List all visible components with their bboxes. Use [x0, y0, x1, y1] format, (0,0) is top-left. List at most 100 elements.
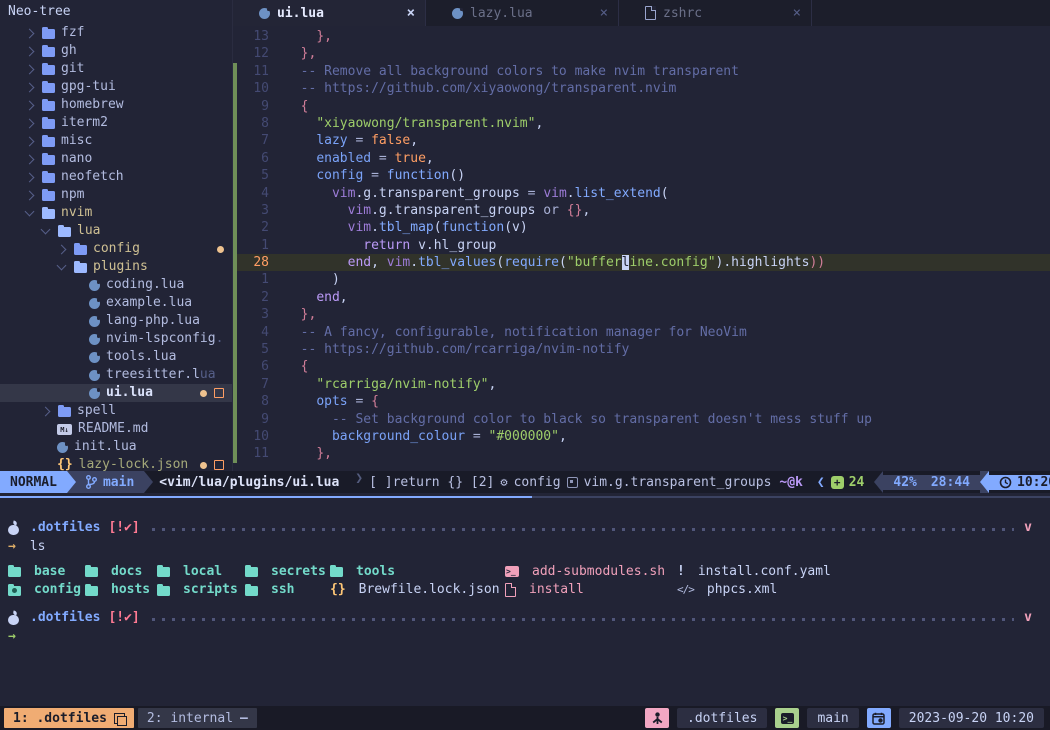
code-line[interactable]: 10 -- https://github.com/xiyaowong/trans… — [233, 80, 1050, 97]
tree-item-init-lua[interactable]: init.lua — [0, 438, 232, 456]
tree-item-plugins[interactable]: plugins — [0, 258, 232, 276]
code-line[interactable]: 10 background_colour = "#000000", — [233, 428, 1050, 445]
chevron-down-icon — [57, 261, 67, 271]
tab-lazy-lua[interactable]: lazy.lua× — [426, 0, 619, 26]
code-line[interactable]: 12 }, — [233, 45, 1050, 62]
code-line[interactable]: 2 vim.tbl_map(function(v) — [233, 219, 1050, 236]
code-line[interactable]: 7 "rcarriga/nvim-notify", — [233, 376, 1050, 393]
git-change-bar — [233, 341, 237, 358]
code-line[interactable]: 11 -- Remove all background colors to ma… — [233, 63, 1050, 80]
tree-item-ui-lua[interactable]: ui.lua — [0, 384, 232, 402]
tmux-pane-divider[interactable] — [0, 496, 1050, 498]
code-line[interactable]: 1 ) — [233, 271, 1050, 288]
tree-item-fzf[interactable]: fzf — [0, 24, 232, 42]
tree-item-nano[interactable]: nano — [0, 150, 232, 168]
code-line[interactable]: 8 "xiyaowong/transparent.nvim", — [233, 115, 1050, 132]
tree-item-example-lua[interactable]: example.lua — [0, 294, 232, 312]
shell-pane[interactable]: .dotfiles [!✔] v → ls basedocslocalsecre… — [0, 500, 1050, 704]
code-line[interactable]: 6 { — [233, 358, 1050, 375]
line-number: 2 — [239, 219, 269, 236]
prompt-git-status: [!✔] — [108, 610, 139, 625]
tree-item-treesitter-l[interactable]: treesitter.lua — [0, 366, 232, 384]
chevron-right-icon — [25, 28, 35, 38]
git-change-bar — [233, 45, 237, 62]
tab-ui-lua[interactable]: ui.lua× — [233, 0, 426, 26]
tab-close-icon[interactable]: × — [600, 5, 608, 21]
git-added-icon: + — [831, 476, 844, 489]
statusline-right: ~@k ❮ + 24 42% 28:44 10:20 — [771, 471, 1050, 493]
line-number: 12 — [239, 45, 269, 62]
code-line[interactable]: 28 end, vim.tbl_values(require("bufferli… — [233, 254, 1050, 271]
file-icon — [505, 583, 516, 597]
folder-icon — [42, 65, 55, 75]
chevron-right-icon — [25, 100, 35, 110]
code-line[interactable]: 6 enabled = true, — [233, 150, 1050, 167]
code-line[interactable]: 13 }, — [233, 28, 1050, 45]
yaml-file-icon — [677, 564, 685, 579]
code-line[interactable]: 7 lazy = false, — [233, 132, 1050, 149]
code-line[interactable]: 4 -- A fancy, configurable, notification… — [233, 324, 1050, 341]
code-text: }, — [285, 445, 332, 462]
line-number: 5 — [239, 167, 269, 184]
tree-item-lang-php-lua[interactable]: lang-php.lua — [0, 312, 232, 330]
code-line[interactable]: 5 config = function() — [233, 167, 1050, 184]
lua-file-icon — [89, 280, 100, 291]
tmux-window-1[interactable]: 1: .dotfiles — [4, 708, 134, 728]
ls-item-install-conf-yaml: install.conf.yaml — [677, 562, 831, 580]
git-change-bar — [233, 115, 237, 132]
mode-indicator: NORMAL — [0, 471, 67, 493]
lua-file-icon — [89, 388, 100, 399]
git-change-bar — [233, 167, 237, 184]
code-text: { — [285, 98, 308, 115]
git-change-bar — [233, 28, 237, 45]
tree-item-config[interactable]: config — [0, 240, 232, 258]
git-change-bar — [233, 132, 237, 149]
tree-item-readme-md[interactable]: README.md — [0, 420, 232, 438]
bufferline-tabbar: ui.lua×lazy.lua×zshrc× — [233, 0, 1050, 26]
code-line[interactable]: 8 opts = { — [233, 393, 1050, 410]
tree-item-nvim-lspconfig[interactable]: nvim-lspconfig. — [0, 330, 232, 348]
code-line[interactable]: 9 -- Set background color to black so tr… — [233, 411, 1050, 428]
code-line[interactable]: 4 vim.g.transparent_groups = vim.list_ex… — [233, 185, 1050, 202]
code-line[interactable]: 1 return v.hl_group — [233, 237, 1050, 254]
tree-item-neofetch[interactable]: neofetch — [0, 168, 232, 186]
tab-close-icon[interactable]: × — [793, 5, 801, 21]
code-line[interactable]: 3 vim.g.transparent_groups or {}, — [233, 202, 1050, 219]
tree-item-coding-lua[interactable]: coding.lua — [0, 276, 232, 294]
code-line[interactable]: 5 -- https://github.com/rcarriga/nvim-no… — [233, 341, 1050, 358]
git-change-bar — [233, 254, 237, 271]
tree-item-label: misc — [61, 132, 92, 150]
ls-item-ssh: ssh — [245, 581, 294, 599]
tree-item-gh[interactable]: gh — [0, 42, 232, 60]
shell-input-line[interactable]: → — [8, 627, 1032, 646]
tmux-window-2[interactable]: 2: internal – — [138, 708, 257, 728]
git-change-bar — [233, 324, 237, 341]
tab-close-icon[interactable]: × — [407, 5, 415, 21]
tree-item-lua[interactable]: lua — [0, 222, 232, 240]
tree-item-label: lang-php.lua — [106, 312, 200, 330]
tree-item-npm[interactable]: npm — [0, 186, 232, 204]
lua-file-icon — [259, 8, 270, 19]
code-buffer[interactable]: 13 },12 },11 -- Remove all background co… — [233, 26, 1050, 472]
modified-dot-icon — [217, 246, 224, 253]
git-branch-icon — [86, 475, 97, 489]
code-line[interactable]: 3 }, — [233, 306, 1050, 323]
tree-item-label: tools.lua — [106, 348, 176, 366]
code-line[interactable]: 11 }, — [233, 445, 1050, 462]
left-angle-separator: ❮ — [811, 475, 831, 490]
tree-item-gpg-tui[interactable]: gpg-tui — [0, 78, 232, 96]
code-text: background_colour = "#000000", — [285, 428, 567, 445]
prompt-directory: .dotfiles — [30, 520, 100, 535]
tree-item-homebrew[interactable]: homebrew — [0, 96, 232, 114]
tree-item-git[interactable]: git — [0, 60, 232, 78]
tree-item-misc[interactable]: misc — [0, 132, 232, 150]
tab-zshrc[interactable]: zshrc× — [619, 0, 812, 26]
code-line[interactable]: 9 { — [233, 98, 1050, 115]
folder-open-icon — [42, 209, 55, 219]
code-line[interactable]: 2 end, — [233, 289, 1050, 306]
tree-item-nvim[interactable]: nvim — [0, 204, 232, 222]
tree-item-tools-lua[interactable]: tools.lua — [0, 348, 232, 366]
tree-item-spell[interactable]: spell — [0, 402, 232, 420]
tree-item-iterm2[interactable]: iterm2 — [0, 114, 232, 132]
line-number: 10 — [239, 80, 269, 97]
